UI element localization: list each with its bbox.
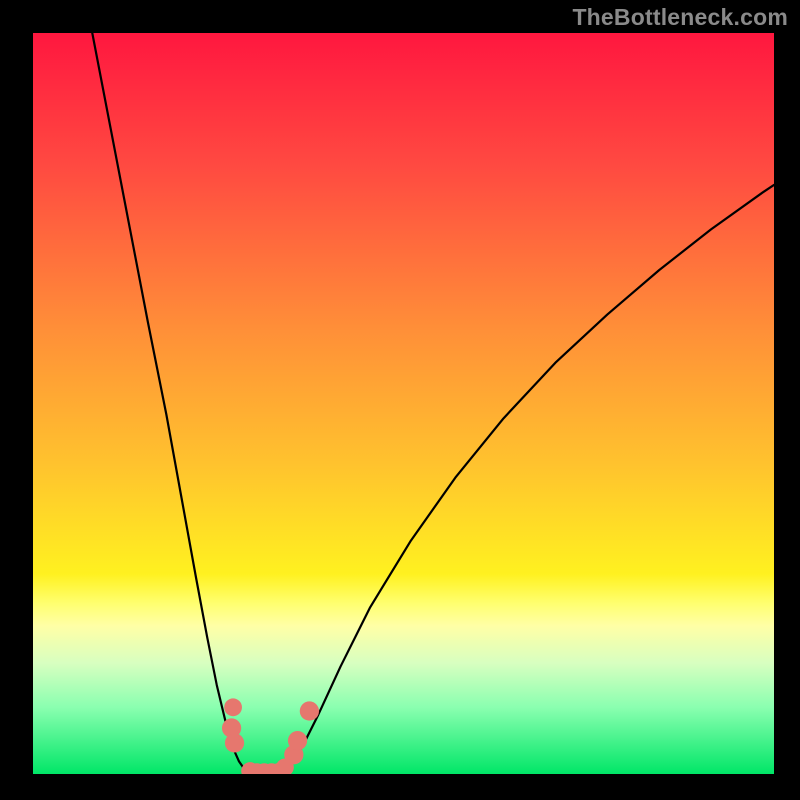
chart-svg: [33, 33, 774, 774]
marker-dot: [225, 733, 244, 752]
watermark-text: TheBottleneck.com: [572, 4, 788, 31]
gradient-background: [33, 33, 774, 774]
marker-dot: [300, 701, 319, 720]
marker-dot: [224, 698, 242, 716]
plot-area: [33, 33, 774, 774]
chart-frame: TheBottleneck.com: [0, 0, 800, 800]
marker-dot: [288, 731, 307, 750]
